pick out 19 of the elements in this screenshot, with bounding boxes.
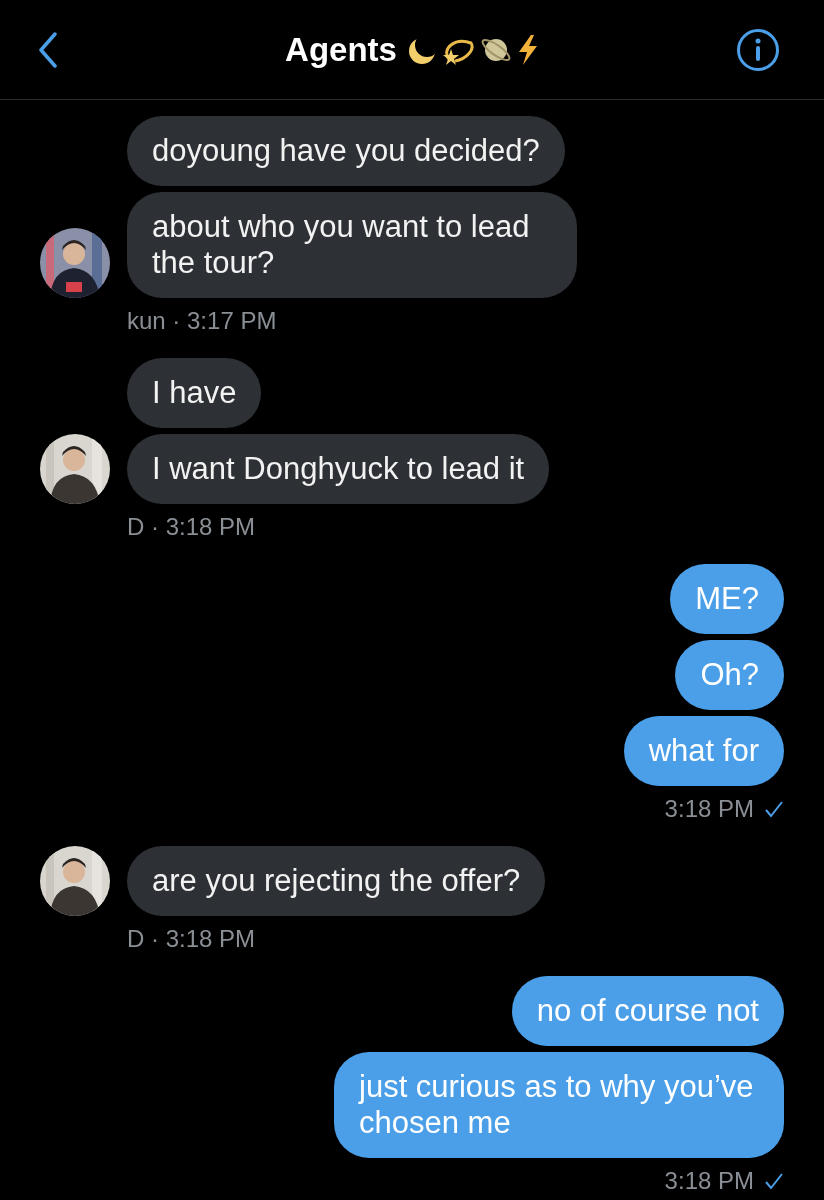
message-bubble: about who you want to lead the tour? [127, 192, 577, 298]
back-icon[interactable] [38, 31, 58, 68]
chat-title: Agents [285, 30, 397, 69]
message-bubble: no of course not [511, 976, 784, 1046]
message-bubble: ME? [670, 564, 784, 634]
message-bubble: just curious as to why you’ve chosen me [334, 1052, 784, 1158]
message-bubble: are you rejecting the offer? [127, 846, 546, 916]
lightning-icon [516, 33, 539, 66]
message-time: 3:18 PM [664, 1166, 754, 1196]
message-bubble: what for [623, 716, 784, 786]
message-bubble: doyoung have you decided? [127, 116, 565, 186]
message-meta: D · 3:18 PM [127, 512, 256, 542]
message-bubble: I want Donghyuck to lead it [127, 434, 550, 504]
message-bubble: I have [127, 358, 262, 428]
message-meta: D · 3:18 PM [127, 924, 256, 954]
message-time: 3:18 PM [664, 794, 754, 824]
message-bubble: Oh? [675, 640, 784, 710]
message-meta: kun · 3:17 PM [127, 306, 277, 336]
info-icon[interactable] [736, 27, 780, 72]
